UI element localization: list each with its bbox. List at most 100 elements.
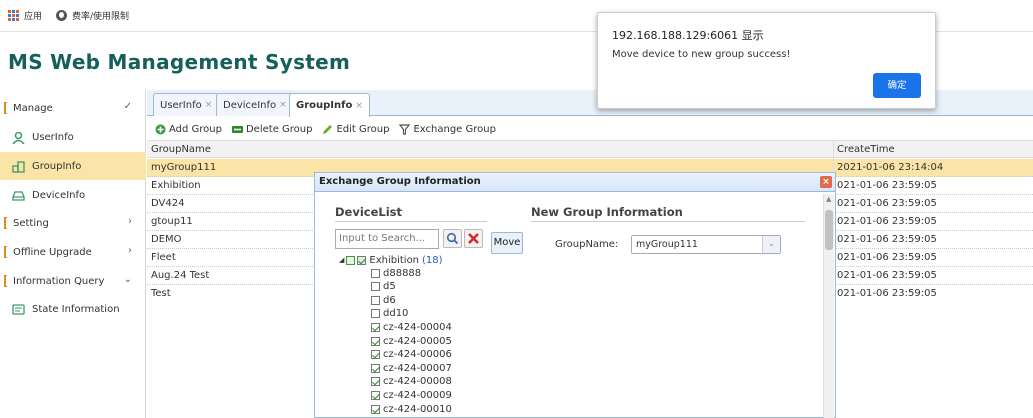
device-label: cz-424-00008 [383,376,452,388]
device-checkbox[interactable] [371,282,380,292]
row-groupname: Fleet [151,252,176,263]
device-label: cz-424-00004 [383,321,452,333]
exchange-group-dialog: Exchange Group Information × DeviceList … [314,172,836,418]
row-groupname: DEMO [151,234,182,245]
app-title: MS Web Management System [8,50,351,74]
folder-icon [4,102,7,114]
device-checkbox[interactable] [371,336,380,346]
add-icon [155,124,166,135]
device-label: cz-424-00007 [383,362,452,374]
delete-group-button[interactable]: Delete Group [231,124,312,135]
move-button[interactable]: Move [491,232,523,254]
scrollbar-thumb[interactable] [825,210,833,250]
row-createtime: 021-01-06 23:59:05 [837,198,937,209]
column-header-groupname[interactable]: GroupName [151,144,211,155]
close-icon[interactable]: × [205,100,213,110]
tree-device-node[interactable]: d6 [371,294,396,306]
device-checkbox[interactable] [371,322,380,332]
divider [335,221,487,222]
sidebar-group-offline-upgrade[interactable]: Offline Upgrade › [0,238,146,266]
add-group-label: Add Group [169,123,222,135]
device-checkbox[interactable] [371,390,380,400]
tab-deviceinfo[interactable]: DeviceInfo × [216,93,294,116]
device-label: cz-424-00006 [383,349,452,361]
tree-device-node[interactable]: cz-424-00006 [371,349,452,361]
close-icon[interactable]: × [279,100,287,110]
row-createtime: 021-01-06 23:59:05 [837,180,937,191]
dialog-scrollbar[interactable]: ▲ [823,194,834,418]
edit-group-button[interactable]: Edit Group [322,124,389,135]
chevron-right-icon: › [128,216,132,227]
chevron-right-icon: › [128,245,132,256]
tree-root-checkbox[interactable] [357,255,367,265]
folder-icon [4,246,7,258]
dialog-header: Exchange Group Information × [315,173,835,192]
row-createtime: 021-01-06 23:59:05 [837,288,937,299]
close-icon[interactable]: × [355,101,363,111]
exchange-group-button[interactable]: Exchange Group [399,124,496,135]
sidebar-group-setting-label: Setting [13,217,49,229]
device-checkbox[interactable] [371,363,380,373]
alert-ok-button[interactable]: 确定 [873,73,921,98]
search-icon[interactable] [443,229,462,248]
device-checkbox[interactable] [371,350,380,360]
device-checkbox[interactable] [371,309,380,319]
user-icon [12,131,25,144]
clear-icon[interactable] [464,229,483,248]
tab-groupinfo-label: GroupInfo [296,100,353,111]
tree-device-node[interactable]: cz-424-00007 [371,362,452,374]
folder-icon [4,275,7,287]
column-header-createtime[interactable]: CreateTime [837,144,895,155]
tree-root-node[interactable]: ◢ Exhibition (18) [339,254,443,266]
chevron-down-icon: ⌄ [123,274,132,285]
row-createtime: 021-01-06 23:59:05 [837,252,937,263]
scroll-up-icon[interactable]: ▲ [826,195,831,203]
sidebar-item-state-info[interactable]: State Information [0,295,146,323]
device-search-input[interactable]: Input to Search... [335,229,439,249]
device-checkbox[interactable] [371,268,380,278]
add-group-button[interactable]: Add Group [155,124,222,135]
sidebar-group-info-query-label: Information Query [13,275,105,287]
tree-root-label: Exhibition [369,254,420,266]
tree-device-node[interactable]: cz-424-00005 [371,335,452,347]
device-list-heading: DeviceList [335,205,403,219]
sidebar-item-userinfo[interactable]: UserInfo [0,123,146,151]
grid-header: GroupName CreateTime [147,140,1033,158]
tree-device-node[interactable]: d88888 [371,267,421,279]
folder-icon [4,217,7,229]
sidebar-group-setting[interactable]: Setting › [0,209,146,237]
message-icon [12,303,25,315]
apps-bookmark[interactable]: 应用 [8,9,42,22]
alert-dialog: 192.168.188.129:6061 显示 Move device to n… [597,12,936,109]
row-createtime: 021-01-06 23:59:05 [837,216,937,227]
toolbar: Add Group Delete Group Edit Group Exchan… [147,118,1033,140]
sidebar-group-manage[interactable]: Manage ✓ [0,94,146,122]
sidebar-item-deviceinfo[interactable]: DeviceInfo [0,181,146,209]
group-name-select[interactable]: myGroup111 ⌄ [631,235,781,254]
row-groupname: Exhibition [151,180,201,191]
device-label: cz-424-00009 [383,389,452,401]
row-groupname: gtoup11 [151,216,193,227]
tree-expand-icon[interactable]: ◢ [339,256,344,264]
sidebar-item-groupinfo[interactable]: GroupInfo [0,152,146,180]
close-icon[interactable]: × [820,176,832,188]
tab-userinfo-label: UserInfo [160,99,202,111]
filter-icon [399,123,411,135]
tree-device-node[interactable]: d5 [371,281,396,293]
tariff-bookmark[interactable]: 费率/使用限制 [56,9,129,22]
tab-groupinfo[interactable]: GroupInfo × [289,93,370,117]
device-checkbox[interactable] [371,377,380,387]
group-name-label: GroupName: [555,239,619,250]
device-checkbox[interactable] [371,404,380,414]
chevron-down-icon[interactable]: ⌄ [762,236,780,253]
tree-device-node[interactable]: cz-424-00008 [371,376,452,388]
tab-userinfo[interactable]: UserInfo × [153,93,220,116]
sidebar-group-info-query[interactable]: Information Query ⌄ [0,267,146,295]
tree-device-node[interactable]: cz-424-00010 [371,403,452,415]
sidebar-item-groupinfo-label: GroupInfo [32,160,82,172]
divider [531,221,805,222]
tree-device-node[interactable]: cz-424-00009 [371,389,452,401]
tree-device-node[interactable]: cz-424-00004 [371,321,452,333]
tree-device-node[interactable]: dd10 [371,308,408,320]
device-checkbox[interactable] [371,295,380,305]
